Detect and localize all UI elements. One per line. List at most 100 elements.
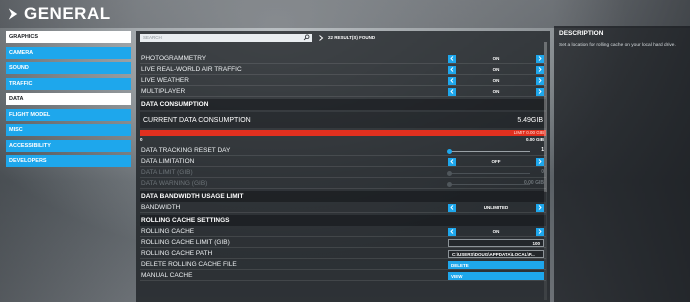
menu-label: FLIGHT MODEL xyxy=(9,111,51,118)
data-limit-slider: 0 xyxy=(447,169,544,176)
prev-arrow-button[interactable] xyxy=(448,65,456,74)
setting-label: MANUAL CACHE xyxy=(141,272,193,279)
reset-day-slider[interactable]: 1 xyxy=(447,147,544,154)
selector-value: ON xyxy=(492,67,500,72)
menu-label: SOUND xyxy=(9,65,29,71)
prev-arrow-button[interactable] xyxy=(448,54,456,63)
selector-value: ON xyxy=(492,89,500,94)
next-arrow-button[interactable] xyxy=(536,203,544,212)
menu-item-traffic[interactable]: TRAFFIC xyxy=(6,77,131,90)
slider-knob xyxy=(447,181,452,187)
page-title: GENERAL xyxy=(24,4,111,23)
next-arrow-button[interactable] xyxy=(536,76,544,85)
live-weather-selector: ON xyxy=(448,76,544,85)
slider-value: 0.00 GIB xyxy=(523,180,544,186)
scrollbar-thumb[interactable] xyxy=(544,42,547,192)
setting-label: CURRENT DATA CONSUMPTION xyxy=(143,116,251,124)
bar-axis: 0 0.00 GIB xyxy=(140,137,546,143)
section-header-data-consumption: DATA CONSUMPTION xyxy=(140,99,546,110)
prev-arrow-button[interactable] xyxy=(448,157,456,166)
prev-arrow-button[interactable] xyxy=(448,76,456,85)
setting-row-rolling-cache: ROLLING CACHE ON xyxy=(140,227,546,237)
next-arrow-button[interactable] xyxy=(536,87,544,96)
section-header-bandwidth: DATA BANDWIDTH USAGE LIMIT xyxy=(140,191,546,202)
setting-row-rolling-cache-path: ROLLING CACHE PATH C:\USERS\DOUG\APPDATA… xyxy=(140,249,546,259)
selector-value: ON xyxy=(492,229,500,234)
prev-arrow-button[interactable] xyxy=(448,227,456,236)
rolling-cache-path-field[interactable]: C:\USERS\DOUG\APPDATA\LOCAL\P... xyxy=(448,250,544,258)
description-title: DESCRIPTION xyxy=(559,30,604,37)
delete-cache-button[interactable]: DELETE xyxy=(448,261,544,269)
back-arrow-icon[interactable] xyxy=(6,7,20,21)
settings-panel: SEARCH 22 RESULT(S) FOUND PHOTOGRAMMETRY… xyxy=(136,31,550,302)
rolling-cache-selector: ON xyxy=(448,227,544,236)
current-data-consumption-row: CURRENT DATA CONSUMPTION 5.49GIB xyxy=(140,112,546,128)
selector-value: OFF xyxy=(491,159,501,164)
rolling-cache-limit-field[interactable]: 100 xyxy=(448,239,544,247)
setting-label: PHOTOGRAMMETRY xyxy=(141,55,207,62)
slider-knob xyxy=(447,170,452,176)
setting-row-manual-cache: MANUAL CACHE VIEW xyxy=(140,271,546,281)
next-arrow-button[interactable] xyxy=(536,54,544,63)
selector-value: ON xyxy=(492,78,500,83)
chevron-right-icon xyxy=(538,159,542,164)
prev-arrow-button[interactable] xyxy=(448,203,456,212)
menu-item-graphics[interactable]: GRAPHICS xyxy=(6,31,131,43)
bar-max-label: 0.00 GIB xyxy=(525,137,544,142)
setting-label: LIVE REAL-WORLD AIR TRAFFIC xyxy=(141,66,242,73)
next-arrow-button[interactable] xyxy=(536,227,544,236)
chevron-left-icon xyxy=(450,229,454,234)
menu-label: DATA xyxy=(9,96,24,102)
menu-item-flight-model[interactable]: FLIGHT MODEL xyxy=(6,108,131,121)
slider-track xyxy=(448,150,530,152)
menu-label: DEVELOPERS xyxy=(9,158,47,164)
slider-knob[interactable] xyxy=(447,148,452,154)
menu-item-accessibility[interactable]: ACCESSIBILITY xyxy=(6,139,131,152)
menu-label: MISC xyxy=(9,127,23,133)
chevron-right-icon xyxy=(538,78,542,83)
menu-item-camera[interactable]: CAMERA xyxy=(6,46,131,59)
chevron-left-icon xyxy=(450,56,454,61)
next-arrow-button[interactable] xyxy=(536,157,544,166)
data-warning-slider: 0.00 GIB xyxy=(447,180,544,187)
search-icon[interactable] xyxy=(303,34,310,41)
selector-value: ON xyxy=(492,56,500,61)
next-arrow-button[interactable] xyxy=(536,65,544,74)
selector-value: UNLIMITED xyxy=(483,205,509,210)
search-result-count: 22 RESULT(S) FOUND xyxy=(328,35,376,40)
bar-min-label: 0 xyxy=(140,137,143,142)
chevron-right-icon xyxy=(538,89,542,94)
prev-arrow-button[interactable] xyxy=(448,87,456,96)
setting-row-bandwidth: BANDWIDTH UNLIMITED xyxy=(140,203,546,213)
search-row: SEARCH 22 RESULT(S) FOUND xyxy=(140,33,546,42)
chevron-left-icon xyxy=(450,67,454,72)
setting-row-data-limitation: DATA LIMITATION OFF xyxy=(140,157,546,167)
menu-label: TRAFFIC xyxy=(9,80,33,87)
setting-label: DATA LIMIT (GIB) xyxy=(141,169,193,176)
scrollbar[interactable] xyxy=(544,42,547,300)
setting-row-data-limit: DATA LIMIT (GIB) 0 xyxy=(140,168,546,178)
setting-row-delete-cache: DELETE ROLLING CACHE FILE DELETE xyxy=(140,260,546,270)
chevron-right-icon xyxy=(538,67,542,72)
setting-row-rolling-cache-limit: ROLLING CACHE LIMIT (GIB) 100 xyxy=(140,238,546,248)
chevron-right-icon xyxy=(319,34,324,41)
setting-label: DELETE ROLLING CACHE FILE xyxy=(141,261,237,268)
setting-label: DATA TRACKING RESET DAY xyxy=(141,147,231,154)
setting-row-photogrammetry: PHOTOGRAMMETRY ON xyxy=(140,54,546,64)
view-manual-cache-button[interactable]: VIEW xyxy=(448,272,544,280)
menu-item-misc[interactable]: MISC xyxy=(6,124,131,136)
setting-label: DATA WARNING (GIB) xyxy=(141,180,208,187)
setting-label: LIVE WEATHER xyxy=(141,77,189,84)
menu-item-data[interactable]: DATA xyxy=(6,93,131,105)
chevron-left-icon xyxy=(450,89,454,94)
chevron-left-icon xyxy=(450,78,454,83)
slider-track xyxy=(448,183,530,185)
search-input[interactable]: SEARCH xyxy=(140,33,312,42)
menu-item-sound[interactable]: SOUND xyxy=(6,62,131,74)
setting-label: ROLLING CACHE xyxy=(141,228,195,235)
bandwidth-selector: UNLIMITED xyxy=(448,203,544,212)
slider-track xyxy=(448,172,530,174)
setting-label: BANDWIDTH xyxy=(141,204,181,211)
data-limitation-selector: OFF xyxy=(448,157,544,166)
menu-item-developers[interactable]: DEVELOPERS xyxy=(6,155,131,167)
